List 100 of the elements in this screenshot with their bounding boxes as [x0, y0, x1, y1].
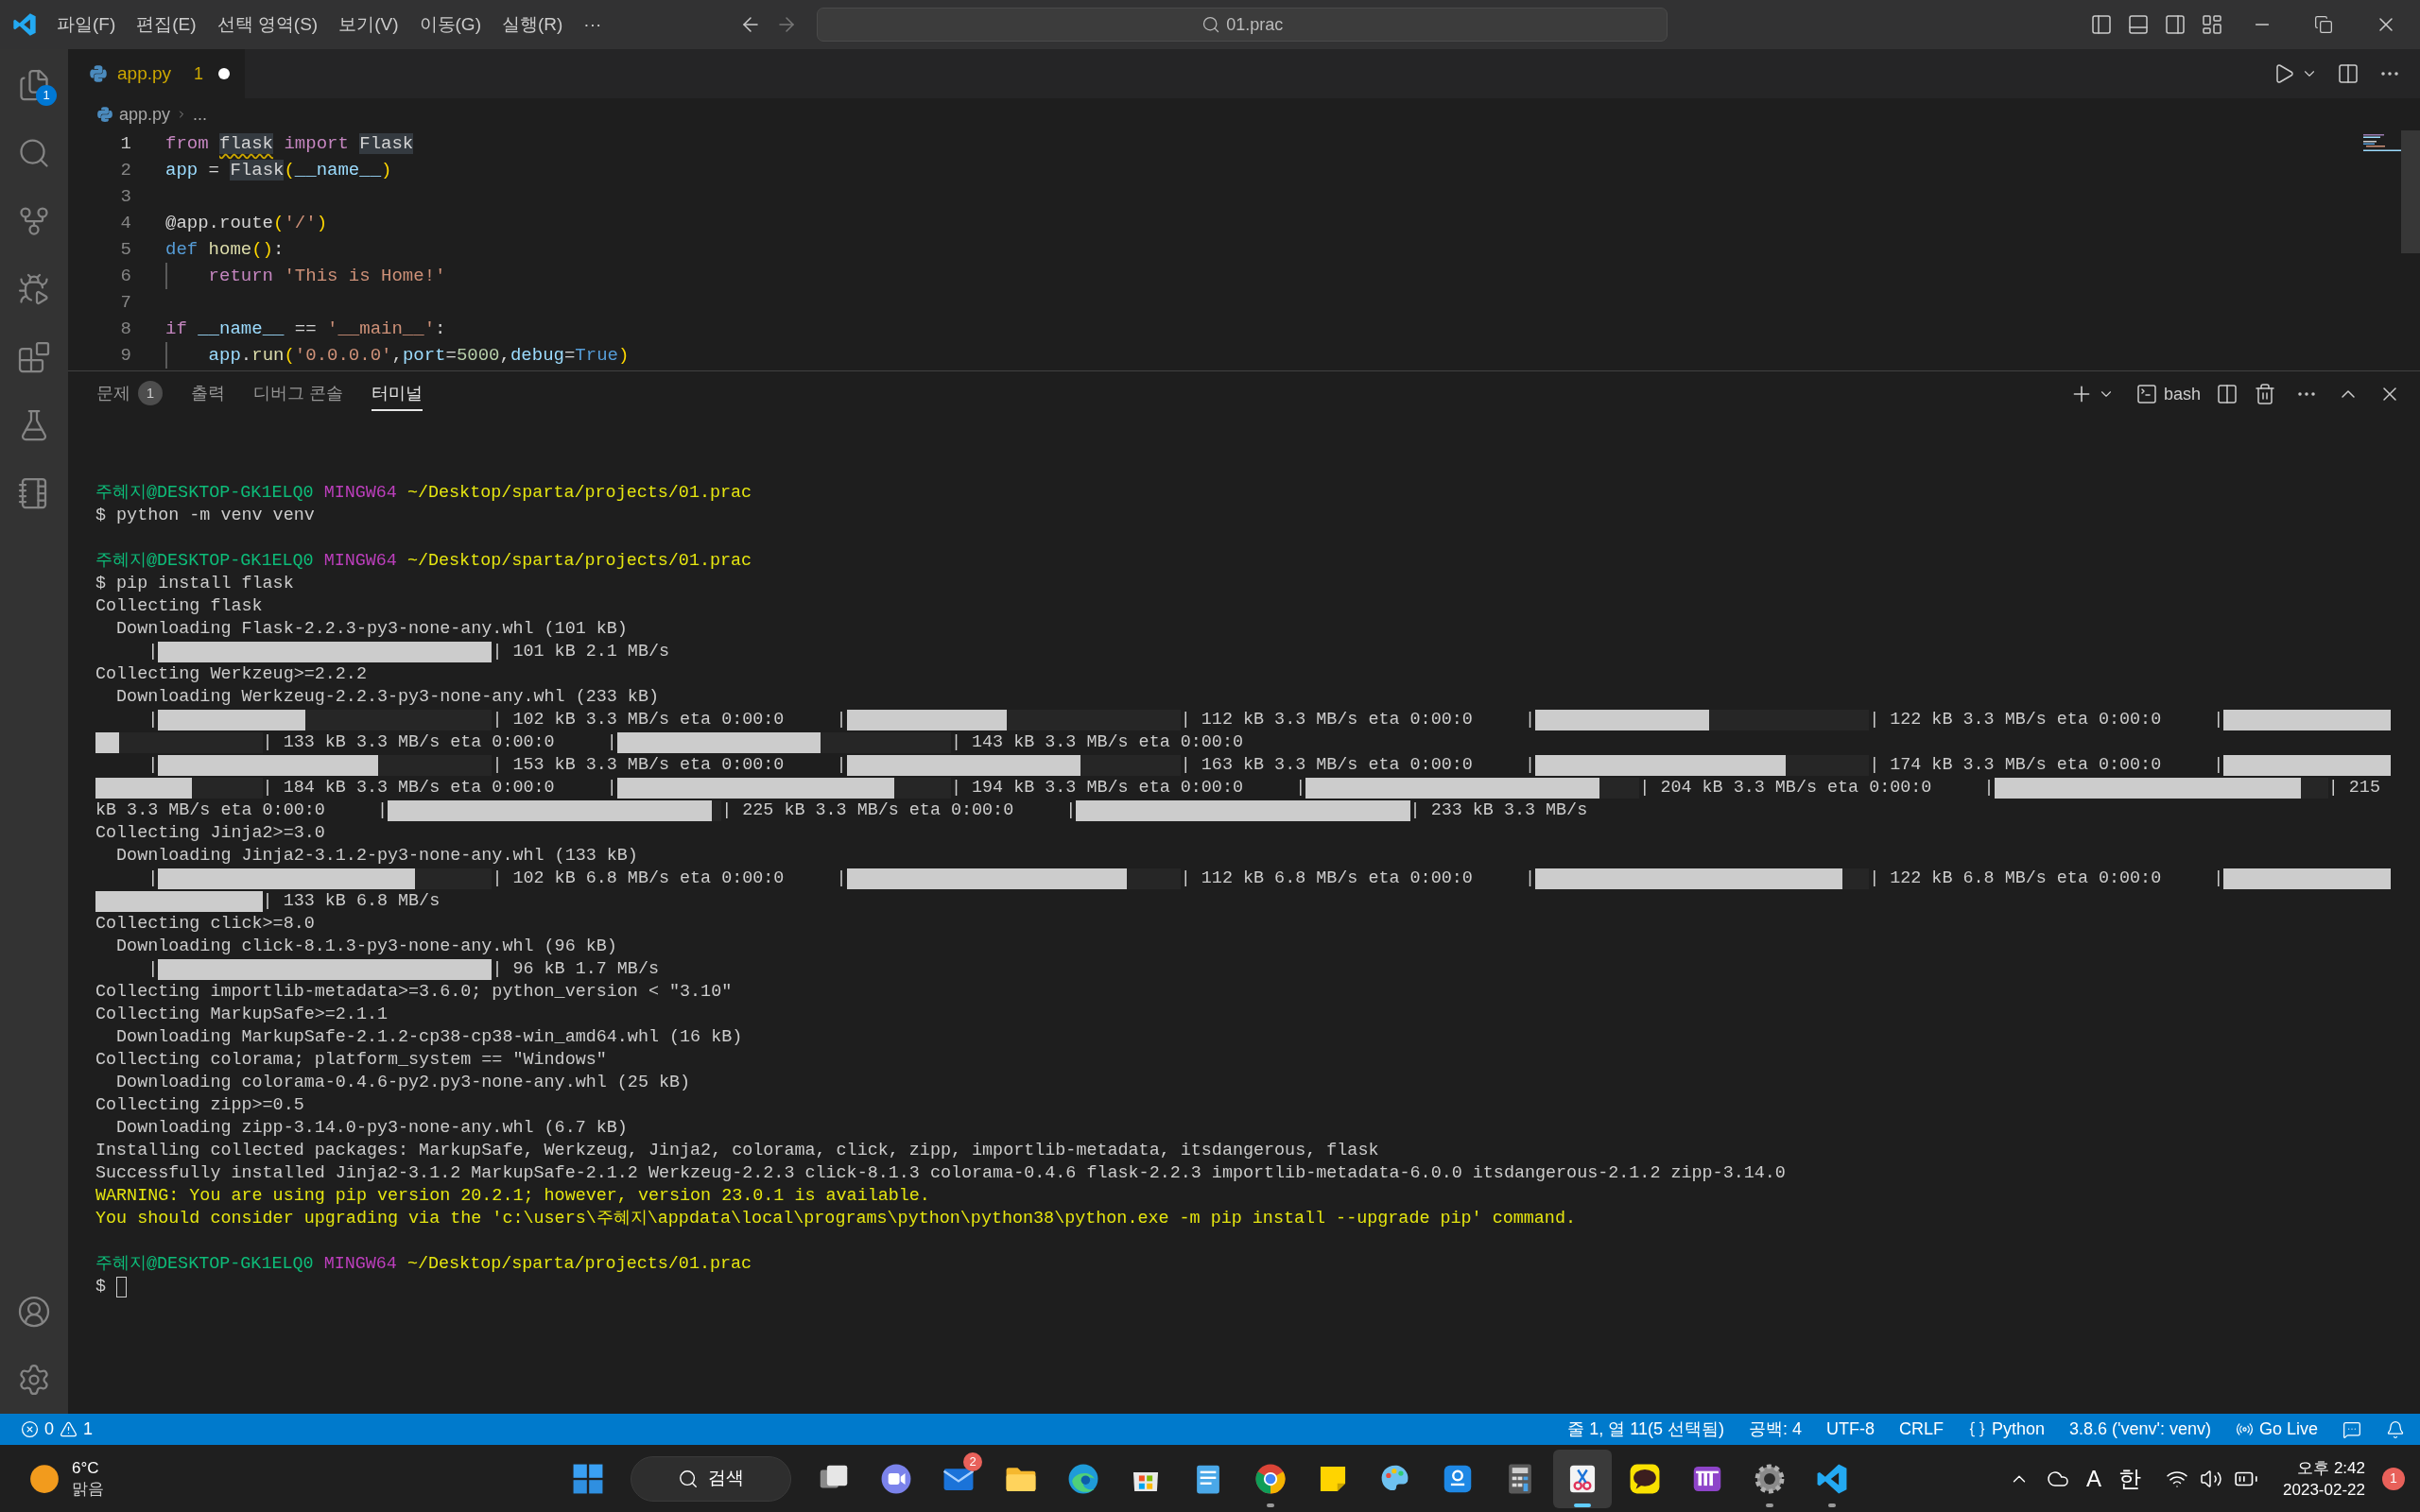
- count-badge: 2: [963, 1452, 982, 1471]
- terminal-text: | 112 kB 3.3 MB/s eta 0:00:0 |: [1180, 709, 1535, 732]
- terminal-text: | 153 kB 3.3 MB/s eta 0:00:0 |: [492, 754, 847, 778]
- trash-icon[interactable]: [2254, 383, 2276, 405]
- terminal-text: |: [147, 709, 159, 732]
- code-line: app.run('0.0.0.0',port=5000,debug=True): [207, 343, 630, 368]
- extensions-icon[interactable]: [17, 340, 51, 374]
- panel-tab[interactable]: 문제 1: [96, 377, 163, 411]
- explorer-icon[interactable]: [17, 68, 51, 102]
- settings-icon[interactable]: [17, 1363, 51, 1397]
- menu-item[interactable]: 보기(V): [331, 7, 406, 43]
- taskbar-app[interactable]: [1553, 1449, 1612, 1508]
- weather-widget[interactable]: 6°C 맑음: [0, 1457, 104, 1500]
- terminal-line: Collecting Werkzeug>=2.2.2: [95, 663, 367, 687]
- status-item[interactable]: 줄 1, 열 11(5 선택됨): [1567, 1417, 1724, 1442]
- terminal-text: |: [147, 641, 159, 664]
- terminal-text: | 122 kB 6.8 MB/s eta 0:00:0 |: [1869, 868, 2224, 891]
- count-badge: 1: [138, 381, 163, 405]
- menu-item[interactable]: ···: [576, 7, 610, 43]
- terminal-text: | 194 kB 3.3 MB/s eta 0:00:0 |: [950, 777, 1306, 800]
- bell-icon[interactable]: [2386, 1419, 2405, 1439]
- terminal-text: | 133 kB 3.3 MB/s eta 0:00:0 |: [262, 731, 617, 755]
- terminal-text: | 122 kB 3.3 MB/s eta 0:00:0 |: [1869, 709, 2224, 732]
- problems-indicator[interactable]: 0 1: [21, 1417, 94, 1442]
- search-icon: [678, 1468, 699, 1489]
- editor-tab[interactable]: app.py 1: [68, 49, 246, 98]
- split-editor-icon[interactable]: [2337, 62, 2360, 85]
- menu-item[interactable]: 선택 영역(S): [209, 7, 326, 43]
- terminal-line: Downloading Flask-2.2.3-py3-none-any.whl (101 kB): [115, 618, 628, 642]
- panel-toggle-icon[interactable]: [2127, 13, 2150, 36]
- go-live-button[interactable]: Go Live: [2235, 1417, 2318, 1442]
- terminal-text: |: [147, 754, 159, 778]
- code-line: if __name__ == '__main__':: [165, 317, 446, 341]
- weather-condition: 맑음: [72, 1478, 104, 1500]
- terminal-line: You should consider upgrading via the 'c:\users\주혜지\appdata\local\programs\python\python38\python.exe -m pip install --upgrade pip' command.: [95, 1208, 1576, 1231]
- feedback-icon[interactable]: [2342, 1419, 2361, 1439]
- terminal-icon: [2135, 383, 2158, 405]
- shell-selector[interactable]: bash: [2135, 381, 2201, 407]
- status-item[interactable]: 공백: 4: [1748, 1417, 1802, 1442]
- terminal-line: Downloading Werkzeug-2.2.3-py3-none-any.whl (233 kB): [115, 686, 659, 710]
- terminal-text: | 133 kB 6.8 MB/s: [262, 890, 441, 914]
- clock[interactable]: 오후 2:42 2023-02-22: [2283, 1456, 2365, 1501]
- search-box[interactable]: 검색: [631, 1455, 791, 1502]
- status-item[interactable]: 3.8.6 ('venv': venv): [2069, 1417, 2211, 1442]
- terminal-line: Collecting flask: [95, 595, 263, 619]
- status-item[interactable]: UTF-8: [1825, 1417, 1875, 1442]
- terminal-text: | 96 kB 1.7 MB/s: [492, 958, 659, 982]
- file-type-icon: [96, 106, 113, 123]
- terminal-text: | 112 kB 6.8 MB/s eta 0:00:0 |: [1180, 868, 1535, 891]
- menu-item[interactable]: 편집(E): [129, 7, 204, 43]
- layout-icon[interactable]: [2201, 13, 2223, 36]
- terminal-line: 주혜지@DESKTOP-GK1ELQ0 MINGW64 ~/Desktop/sparta/projects/01.prac: [95, 482, 752, 506]
- sidebar-toggle-icon[interactable]: [2090, 13, 2113, 36]
- input-language[interactable]: 한: [2118, 1461, 2142, 1496]
- status-item[interactable]: CRLF: [1898, 1417, 1944, 1442]
- terminal-line: 주혜지@DESKTOP-GK1ELQ0 MINGW64 ~/Desktop/sparta/projects/01.prac: [95, 1253, 752, 1277]
- menu-item[interactable]: 파일(F): [49, 7, 124, 43]
- terminal-text: | 102 kB 6.8 MB/s eta 0:00:0 |: [492, 868, 847, 891]
- braces-icon: [1967, 1420, 1986, 1438]
- terminal-text: |: [147, 868, 159, 891]
- command-center[interactable]: 01.prac: [817, 8, 1668, 42]
- terminal-line: WARNING: You are using pip version 20.2.1; however, version 23.0.1 is available.: [95, 1185, 930, 1209]
- scrollbar-thumb[interactable]: [2401, 130, 2420, 253]
- code-line: app = Flask(__name__): [165, 158, 392, 182]
- terminal-text: | 215: [2327, 777, 2380, 800]
- menu-item[interactable]: 이동(G): [411, 7, 489, 43]
- search-icon[interactable]: [17, 136, 51, 170]
- language-mode[interactable]: Python: [1967, 1417, 2045, 1442]
- panel-tab[interactable]: 터미널: [372, 377, 423, 411]
- breadcrumb-item[interactable]: ...: [193, 101, 208, 128]
- line-number: 1: [119, 131, 131, 156]
- terminal-line: Downloading Jinja2-3.1.2-py3-none-any.whl (133 kB): [115, 845, 638, 868]
- menu-item[interactable]: 실행(R): [493, 7, 571, 43]
- source-control-icon[interactable]: [17, 204, 51, 238]
- terminal-text: | 143 kB 3.3 MB/s eta 0:00:0: [950, 731, 1243, 755]
- tab-label: app.py: [117, 61, 172, 85]
- terminal-line: Collecting zipp>=0.5: [95, 1094, 304, 1118]
- secondary-sidebar-icon[interactable]: [2164, 13, 2187, 36]
- temperature: 6°C: [72, 1457, 100, 1479]
- input-mode[interactable]: A: [2086, 1461, 2102, 1496]
- terminal-text: | 102 kB 3.3 MB/s eta 0:00:0 |: [492, 709, 847, 732]
- terminal-text: | 174 kB 3.3 MB/s eta 0:00:0 |: [1869, 754, 2224, 778]
- run-debug-icon[interactable]: [17, 272, 51, 306]
- panel-tab[interactable]: 출력: [191, 377, 225, 411]
- code-line: from flask import Flask: [165, 131, 414, 156]
- breadcrumb-item[interactable]: app.py: [119, 101, 171, 128]
- restore-icon[interactable]: [2314, 15, 2333, 34]
- line-number: 3: [119, 184, 131, 209]
- terminal-text: |: [147, 958, 159, 982]
- error-icon: [21, 1420, 39, 1438]
- split-terminal-icon[interactable]: [2216, 383, 2238, 405]
- code-line: return 'This is Home!': [207, 264, 446, 288]
- search-icon: [1201, 15, 1221, 34]
- broadcast-icon: [2235, 1420, 2254, 1438]
- terminal-line: Collecting importlib-metadata>=3.6.0; python_version < "3.10": [95, 981, 733, 1005]
- account-icon[interactable]: [17, 1295, 51, 1329]
- line-number: 6: [119, 264, 131, 288]
- terminal-line: Collecting Jinja2>=3.0: [95, 822, 325, 846]
- line-number: 7: [119, 290, 131, 315]
- panel-tab[interactable]: 디버그 콘솔: [253, 377, 343, 411]
